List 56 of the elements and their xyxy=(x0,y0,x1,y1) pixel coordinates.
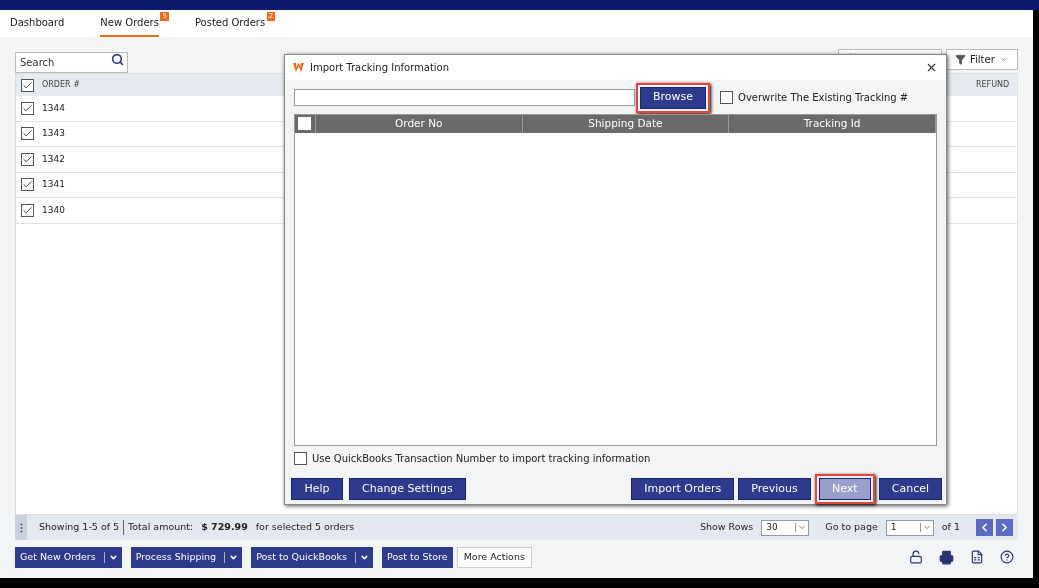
dialog-button[interactable]: Import Orders xyxy=(631,478,735,500)
page-total: of 1 xyxy=(941,520,960,535)
action-button[interactable]: More Actions xyxy=(456,546,532,568)
dialog-button[interactable]: Browse xyxy=(640,86,707,109)
column-header: Tracking Id xyxy=(729,114,936,133)
search-field[interactable]: Search xyxy=(15,51,128,73)
rows-select[interactable]: 30 xyxy=(761,519,810,536)
print-icon[interactable] xyxy=(939,549,954,565)
total-amount: $ 729.99 xyxy=(201,520,248,535)
column-header: ORDER # xyxy=(41,79,80,91)
table-cell-text: 1340 xyxy=(41,203,65,217)
table-cell-text: 1344 xyxy=(41,101,65,115)
help-icon[interactable] xyxy=(1000,550,1014,564)
table-cell-text: 1341 xyxy=(41,178,65,191)
dialog-title: Import Tracking Information xyxy=(310,60,450,75)
column-header: Order No xyxy=(315,114,523,133)
selection-note: for selected 5 orders xyxy=(255,520,355,535)
file-path-field[interactable] xyxy=(294,89,635,106)
action-button[interactable]: Post to Store xyxy=(382,546,453,568)
previous-page-button[interactable] xyxy=(976,519,993,536)
checkbox[interactable] xyxy=(20,203,34,217)
checkbox[interactable] xyxy=(20,178,34,192)
quickbooks-option-label: Use QuickBooks Transaction Number to import tracking information xyxy=(312,451,651,466)
filter-button[interactable]: Filter xyxy=(946,48,1018,70)
app-logo-icon xyxy=(293,62,304,72)
split-action-button[interactable]: Get New Orders xyxy=(15,546,122,568)
dialog-button[interactable]: Cancel xyxy=(878,478,942,500)
search-icon[interactable] xyxy=(111,52,124,66)
caret-icon xyxy=(919,523,933,532)
dialog-button[interactable]: Help xyxy=(291,478,343,500)
dialog-button[interactable]: Change Settings xyxy=(349,478,466,500)
drag-handle-icon[interactable] xyxy=(15,515,27,540)
dialog-button[interactable]: Previous xyxy=(738,478,811,500)
overwrite-label: Overwrite The Existing Tracking # xyxy=(738,91,909,105)
checkbox[interactable] xyxy=(20,101,34,115)
go-to-page-label: Go to page xyxy=(825,520,878,535)
split-action-button[interactable]: Post to QuickBooks xyxy=(251,546,374,568)
next-page-button[interactable] xyxy=(996,519,1013,536)
checkbox[interactable] xyxy=(20,78,34,92)
page-select[interactable]: 1 xyxy=(885,519,934,536)
checkbox[interactable] xyxy=(20,152,34,166)
table-cell-text: 1342 xyxy=(41,152,65,166)
show-rows-label: Show Rows xyxy=(699,520,754,535)
checkbox[interactable] xyxy=(20,127,34,141)
column-header: Shipping Date xyxy=(522,114,730,133)
tab[interactable]: Dashboard xyxy=(10,15,65,37)
column-header: REFUND xyxy=(975,79,1011,91)
split-action-button[interactable]: Process Shipping xyxy=(130,546,243,568)
filter-icon xyxy=(955,53,966,65)
unlock-icon[interactable] xyxy=(909,550,923,564)
checkbox[interactable] xyxy=(720,91,734,104)
showing-count: Showing 1-5 of 5 xyxy=(39,520,125,535)
export-icon[interactable] xyxy=(970,550,984,564)
table-cell-text: 1343 xyxy=(41,127,65,140)
total-label: Total amount: xyxy=(128,520,194,535)
checkbox[interactable] xyxy=(294,451,307,465)
